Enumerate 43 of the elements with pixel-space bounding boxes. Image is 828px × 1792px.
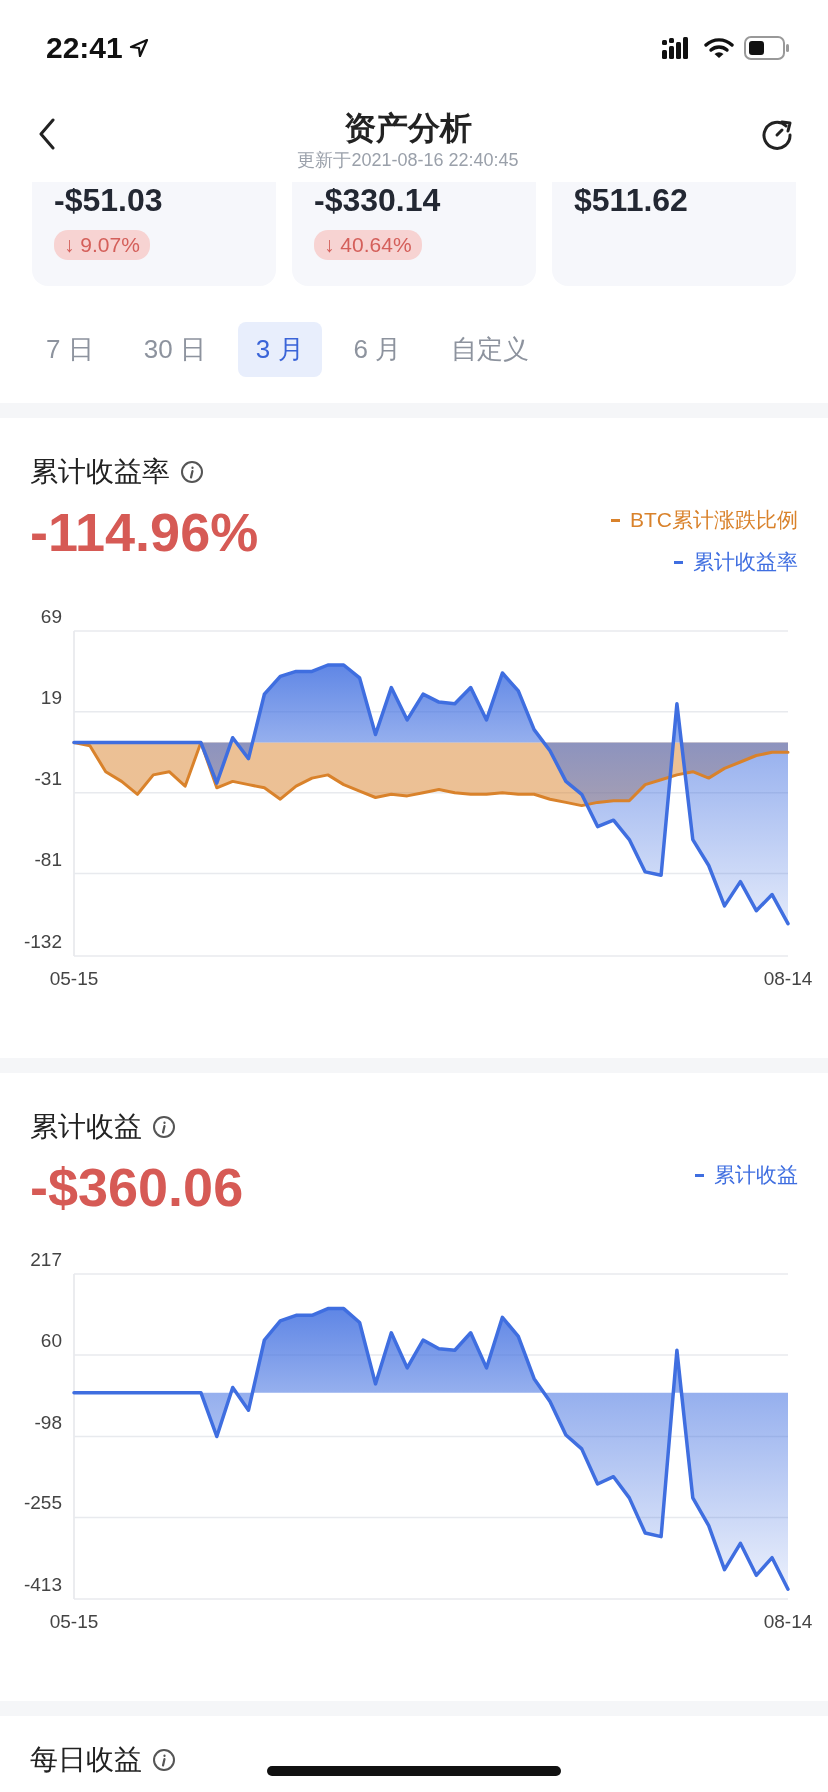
wifi-icon [704,37,734,59]
legend-label: 累计收益 [714,1162,798,1188]
range-tab[interactable]: 7 日 [28,321,112,377]
axis-label: 08-14 [763,968,813,989]
section-title: 每日收益 [30,1743,142,1777]
total-value: -$360.06 [30,1156,244,1219]
location-arrow-icon [128,38,149,58]
axis-label: 05-15 [49,1611,99,1632]
amount-text: $511.62 [574,182,688,218]
axis-label: 05-15 [49,968,99,989]
axis-label: -255 [23,1492,62,1514]
axis-label: -98 [34,1411,62,1433]
axis-label: 19 [40,686,62,708]
axis-label: 08-14 [763,1611,813,1632]
axis-label: -132 [23,931,62,952]
axis-label: 60 [40,1330,62,1351]
amount-text: -$330.14 [314,182,441,218]
range-tab[interactable]: 6 月 [335,321,420,377]
legend-label: 累计收益率 [693,549,798,575]
info-icon[interactable] [152,1115,176,1139]
axis-label: 217 [30,1249,62,1270]
amount-text: -$51.03 [54,182,163,218]
axis-label: -81 [34,848,62,870]
section-title: 累计收益率 [30,455,170,489]
back-icon[interactable] [38,118,56,150]
update-time: 更新于2021-08-16 22:40:45 [297,149,519,172]
axis-label: 69 [40,606,62,627]
info-icon[interactable] [180,460,204,484]
axis-label: -31 [34,767,62,789]
page-title: 资产分析 [344,109,472,148]
change-badge: ↓ 40.64% [314,230,422,260]
range-tab[interactable]: 自定义 [433,321,548,377]
range-tab[interactable]: 3 月 [237,321,322,377]
status-time: 22:41 [46,31,123,65]
battery-icon [744,36,790,60]
section-title: 累计收益 [30,1110,142,1144]
axis-label: -413 [23,1574,62,1595]
info-icon[interactable] [152,1748,176,1772]
refresh-icon[interactable] [760,118,794,152]
change-badge: ↓ 9.07% [54,230,150,260]
legend-label: BTC累计涨跌比例 [630,507,798,533]
total-value: -114.96% [30,501,259,564]
range-tab[interactable]: 30 日 [125,321,224,377]
